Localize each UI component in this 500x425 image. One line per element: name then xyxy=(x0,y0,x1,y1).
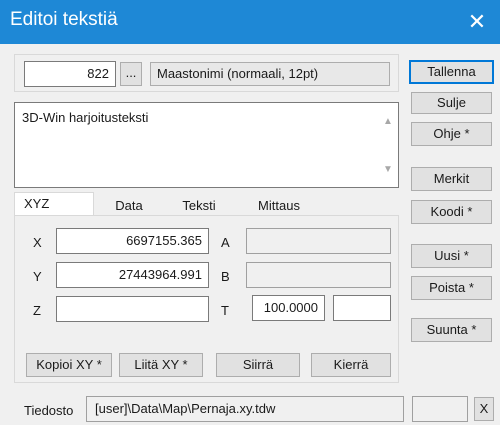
help-button[interactable]: Ohje * xyxy=(411,122,492,146)
scroll-down-icon[interactable]: ▼ xyxy=(380,163,396,177)
text-area[interactable]: 3D-Win harjoitusteksti ▲ ▼ xyxy=(14,102,399,188)
file-label: Tiedosto xyxy=(24,403,74,418)
a-label: A xyxy=(221,235,230,250)
tab-teksti[interactable]: Teksti xyxy=(164,196,234,216)
window-title: Editoi tekstiä xyxy=(10,9,118,30)
file-extra-field xyxy=(412,396,468,422)
file-path-field: [user]\Data\Map\Pernaja.xy.tdw xyxy=(86,396,404,422)
y-field[interactable]: 27443964.991 xyxy=(56,262,209,288)
z-field[interactable] xyxy=(56,296,209,322)
y-label: Y xyxy=(33,269,42,284)
marks-button[interactable]: Merkit xyxy=(411,167,492,191)
style-field[interactable]: Maastonimi (normaali, 12pt) xyxy=(150,62,390,86)
t-extra-field[interactable] xyxy=(333,295,391,321)
rotate-button[interactable]: Kierrä xyxy=(311,353,391,377)
close-icon[interactable]: ✕ xyxy=(454,0,500,44)
tab-mittaus[interactable]: Mittaus xyxy=(234,196,324,216)
code-button[interactable]: Koodi * xyxy=(411,200,492,224)
file-clear-button[interactable]: X xyxy=(474,397,494,421)
text-area-value: 3D-Win harjoitusteksti xyxy=(22,110,149,125)
copy-xy-button[interactable]: Kopioi XY * xyxy=(26,353,112,377)
tab-xyz[interactable]: XYZ xyxy=(14,192,94,216)
move-button[interactable]: Siirrä xyxy=(216,353,300,377)
tab-data[interactable]: Data xyxy=(94,196,164,216)
x-label: X xyxy=(33,235,42,250)
close-button[interactable]: Sulje xyxy=(411,92,492,114)
t-label: T xyxy=(221,303,229,318)
tab-xyz-label: XYZ xyxy=(24,196,50,211)
number-field[interactable]: 822 xyxy=(24,61,116,87)
b-label: B xyxy=(221,269,230,284)
direction-button[interactable]: Suunta * xyxy=(411,318,492,342)
scroll-up-icon[interactable]: ▲ xyxy=(380,115,396,129)
delete-button[interactable]: Poista * xyxy=(411,276,492,300)
b-field xyxy=(246,262,391,288)
paste-xy-button[interactable]: Liitä XY * xyxy=(119,353,203,377)
z-label: Z xyxy=(33,303,41,318)
x-field[interactable]: 6697155.365 xyxy=(56,228,209,254)
browse-button[interactable]: ... xyxy=(120,62,142,86)
a-field xyxy=(246,228,391,254)
t-field[interactable]: 100.0000 xyxy=(252,295,325,321)
save-button[interactable]: Tallenna xyxy=(409,60,494,84)
new-button[interactable]: Uusi * xyxy=(411,244,492,268)
